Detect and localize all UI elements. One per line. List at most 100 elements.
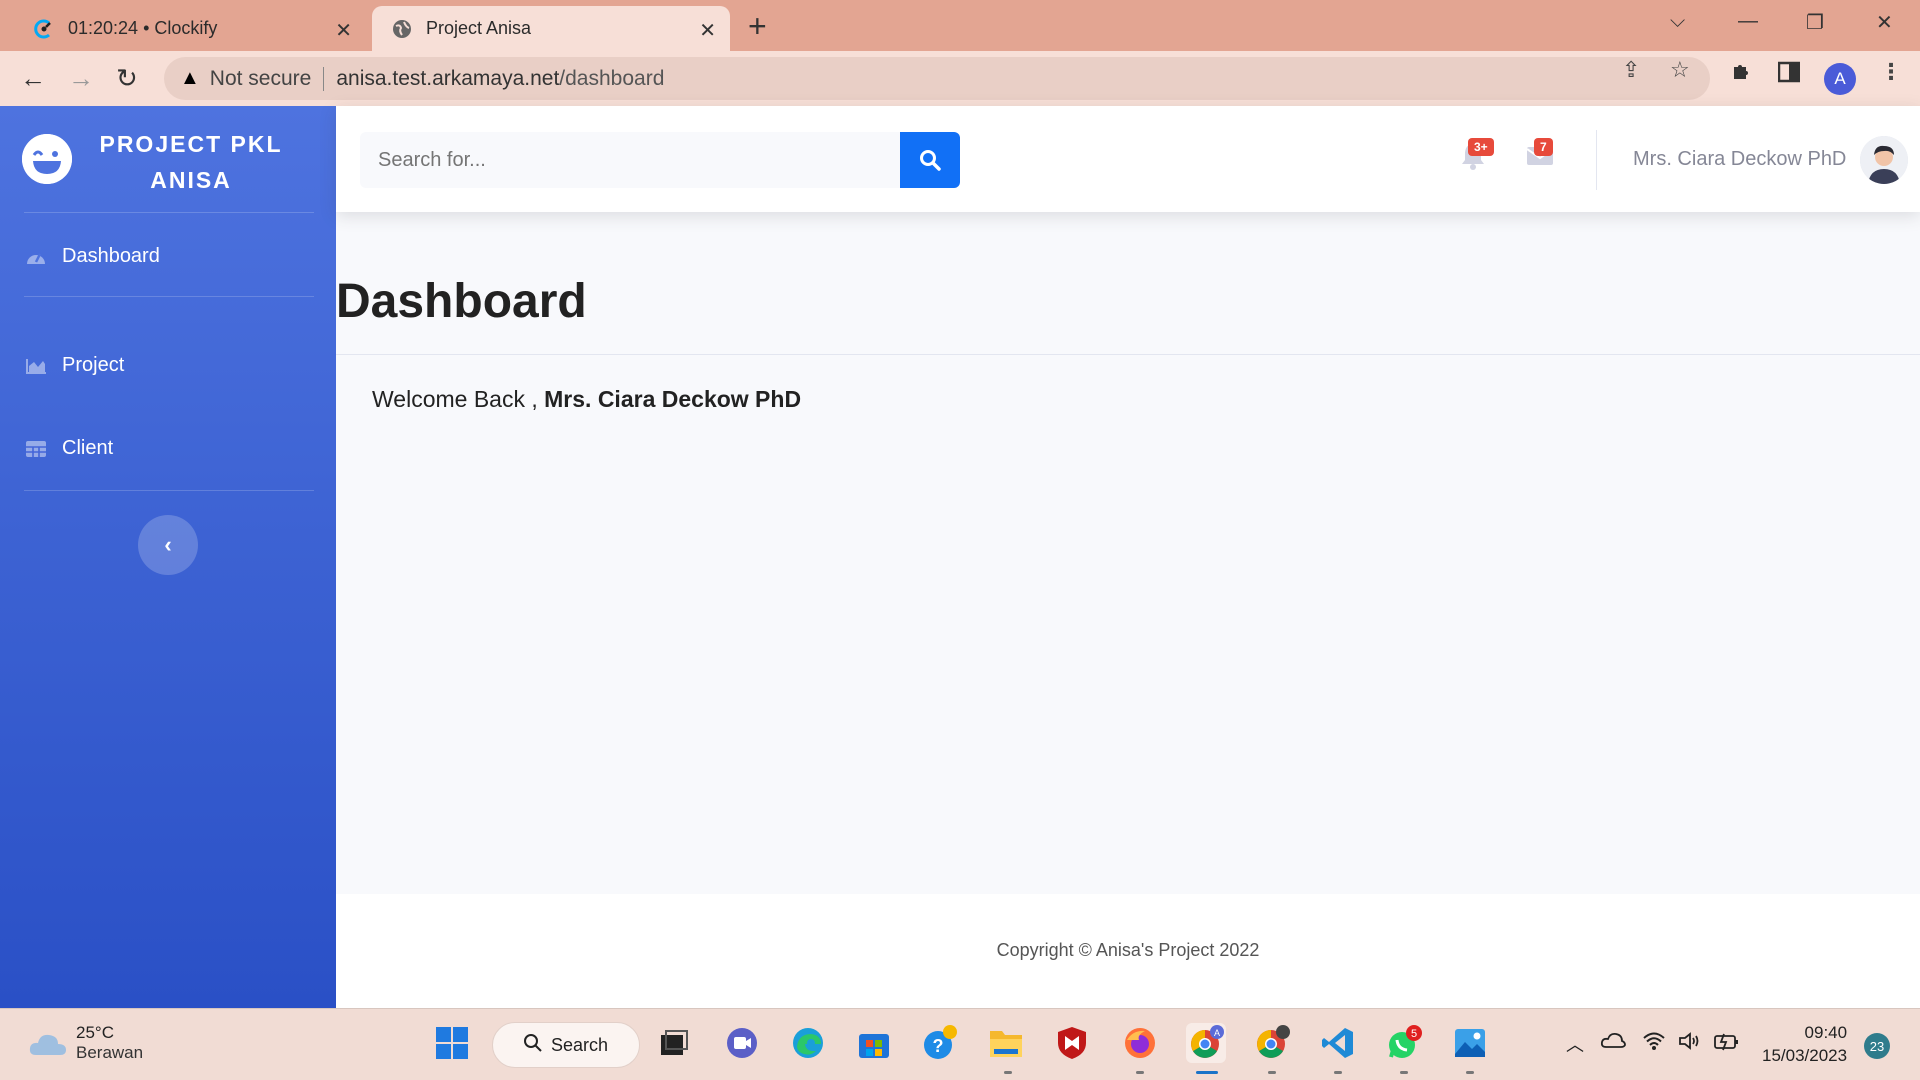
tab-title: 01:20:24 • Clockify <box>68 18 218 38</box>
sidebar-item-label: Dashboard <box>62 245 160 267</box>
search-input[interactable] <box>360 132 900 188</box>
running-indicator <box>1334 1071 1342 1074</box>
globe-icon <box>390 17 414 41</box>
microsoft-store-icon[interactable] <box>854 1023 894 1063</box>
messages-badge: 7 <box>1534 138 1553 156</box>
taskbar-search-label: Search <box>551 1034 609 1055</box>
battery-icon[interactable] <box>1714 1031 1740 1056</box>
side-panel-icon[interactable] <box>1777 61 1801 89</box>
table-icon <box>24 439 48 459</box>
welcome-user-name: Mrs. Ciara Deckow PhD <box>544 386 802 412</box>
tachometer-icon <box>24 247 48 267</box>
search-icon <box>523 1033 543 1058</box>
alerts-badge: 3+ <box>1468 138 1494 156</box>
sidebar-toggle-button[interactable]: ‹ <box>138 515 198 575</box>
svg-text:?: ? <box>933 1036 944 1056</box>
tab-search-icon[interactable]: ⌵ <box>1670 10 1685 33</box>
sidebar-item-dashboard[interactable]: Dashboard <box>24 245 160 268</box>
svg-text:A: A <box>1214 1028 1220 1038</box>
close-tab-icon[interactable]: ✕ <box>335 18 352 43</box>
sidebar-item-label: Project <box>62 354 125 376</box>
divider <box>323 66 325 91</box>
sidebar-item-project[interactable]: Project <box>24 354 124 377</box>
footer: Copyright © Anisa's Project 2022 <box>336 894 1920 1008</box>
running-indicator <box>1268 1071 1276 1074</box>
running-indicator <box>1136 1071 1144 1074</box>
taskbar-search[interactable]: Search <box>492 1022 640 1068</box>
chrome-profile-b-icon[interactable] <box>1252 1023 1292 1063</box>
firefox-icon[interactable] <box>1120 1023 1160 1063</box>
new-tab-button[interactable]: + <box>748 8 767 45</box>
profile-avatar[interactable]: A <box>1824 63 1856 95</box>
user-name[interactable]: Mrs. Ciara Deckow PhD <box>1633 148 1846 171</box>
avatar[interactable] <box>1860 136 1908 184</box>
edge-icon[interactable] <box>788 1023 828 1063</box>
forward-button[interactable]: → <box>68 63 94 94</box>
topbar-divider <box>1596 130 1597 190</box>
teams-chat-icon[interactable] <box>722 1023 762 1063</box>
running-indicator <box>1400 1071 1408 1074</box>
clock[interactable]: 09:40 15/03/2023 <box>1762 1021 1847 1067</box>
search-button[interactable] <box>900 132 960 188</box>
file-explorer-icon[interactable] <box>986 1023 1026 1063</box>
volume-icon[interactable] <box>1678 1031 1702 1056</box>
get-help-icon[interactable]: ? <box>920 1023 960 1063</box>
clockify-icon <box>32 17 56 41</box>
chevron-left-icon: ‹ <box>164 532 172 557</box>
chrome-profile-a-icon[interactable]: A <box>1186 1023 1226 1063</box>
task-view-icon[interactable] <box>654 1023 694 1063</box>
url-text: anisa.test.arkamaya.net/dashboard <box>336 66 665 90</box>
chart-area-icon <box>24 356 48 376</box>
weather-temp: 25°C <box>76 1023 114 1042</box>
topbar: 3+ 7 Mrs. Ciara Deckow PhD <box>336 106 1920 212</box>
tab-clockify[interactable]: 01:20:24 • Clockify ✕ <box>14 6 366 51</box>
search-form <box>360 132 960 188</box>
copyright-text: Copyright © Anisa's Project 2022 <box>996 940 1260 960</box>
sidebar: PROJECT PKL ANISA Dashboard Project Clie… <box>0 106 336 1008</box>
content-divider <box>336 354 1920 355</box>
close-tab-icon[interactable]: ✕ <box>699 18 716 43</box>
windows-start-icon[interactable] <box>432 1023 472 1063</box>
tab-project-anisa[interactable]: Project Anisa ✕ <box>372 6 730 51</box>
extensions-icon[interactable] <box>1730 59 1754 89</box>
running-indicator <box>1466 1071 1474 1074</box>
back-button[interactable]: ← <box>20 63 46 94</box>
bookmark-star-icon[interactable]: ☆ <box>1670 57 1690 83</box>
notification-badge[interactable]: 23 <box>1864 1033 1890 1059</box>
alerts-dropdown[interactable]: 3+ <box>1460 138 1494 175</box>
page-title: Dashboard <box>336 275 587 328</box>
sidebar-divider <box>24 212 314 213</box>
chevron-up-icon[interactable]: ︿ <box>1566 1031 1584 1057</box>
warning-icon[interactable]: ▲ <box>180 67 200 90</box>
restore-button[interactable]: ❐ <box>1806 10 1824 35</box>
mcafee-icon[interactable] <box>1052 1023 1092 1063</box>
photos-icon[interactable] <box>1450 1023 1490 1063</box>
whatsapp-icon[interactable]: 5 <box>1384 1023 1424 1063</box>
clock-time: 09:40 <box>1804 1023 1848 1042</box>
brand[interactable]: PROJECT PKL ANISA <box>0 106 336 212</box>
sidebar-item-client[interactable]: Client <box>24 437 113 460</box>
main-content: Dashboard Welcome Back , Mrs. Ciara Deck… <box>336 212 1920 894</box>
search-icon <box>920 150 941 171</box>
active-indicator <box>1196 1071 1218 1074</box>
weather-widget[interactable]: 25°C Berawan <box>28 1023 143 1063</box>
close-window-button[interactable]: ✕ <box>1876 10 1893 35</box>
clock-date: 15/03/2023 <box>1762 1046 1848 1065</box>
whatsapp-badge: 5 <box>1411 1028 1417 1040</box>
wifi-icon[interactable] <box>1642 1031 1666 1056</box>
security-label: Not secure <box>209 66 312 90</box>
browser-toolbar: ← → ↻ ▲ Not secure anisa.test.arkamaya.n… <box>0 51 1920 106</box>
share-icon[interactable]: ⇪ <box>1622 57 1640 83</box>
brand-name: PROJECT PKL ANISA <box>99 131 283 193</box>
address-bar[interactable]: ▲ Not secure anisa.test.arkamaya.net/das… <box>164 57 1710 100</box>
menu-icon[interactable]: ⋮ <box>1880 59 1902 85</box>
reload-button[interactable]: ↻ <box>116 63 138 94</box>
welcome-message: Welcome Back , Mrs. Ciara Deckow PhD <box>372 386 802 412</box>
onedrive-icon[interactable] <box>1600 1031 1626 1054</box>
tab-title: Project Anisa <box>426 18 532 38</box>
sidebar-item-label: Client <box>62 437 114 459</box>
messages-dropdown[interactable]: 7 <box>1526 138 1554 173</box>
browser-tab-strip: 01:20:24 • Clockify ✕ Project Anisa ✕ + … <box>0 0 1920 51</box>
minimize-button[interactable]: — <box>1738 10 1758 33</box>
vscode-icon[interactable] <box>1318 1023 1358 1063</box>
